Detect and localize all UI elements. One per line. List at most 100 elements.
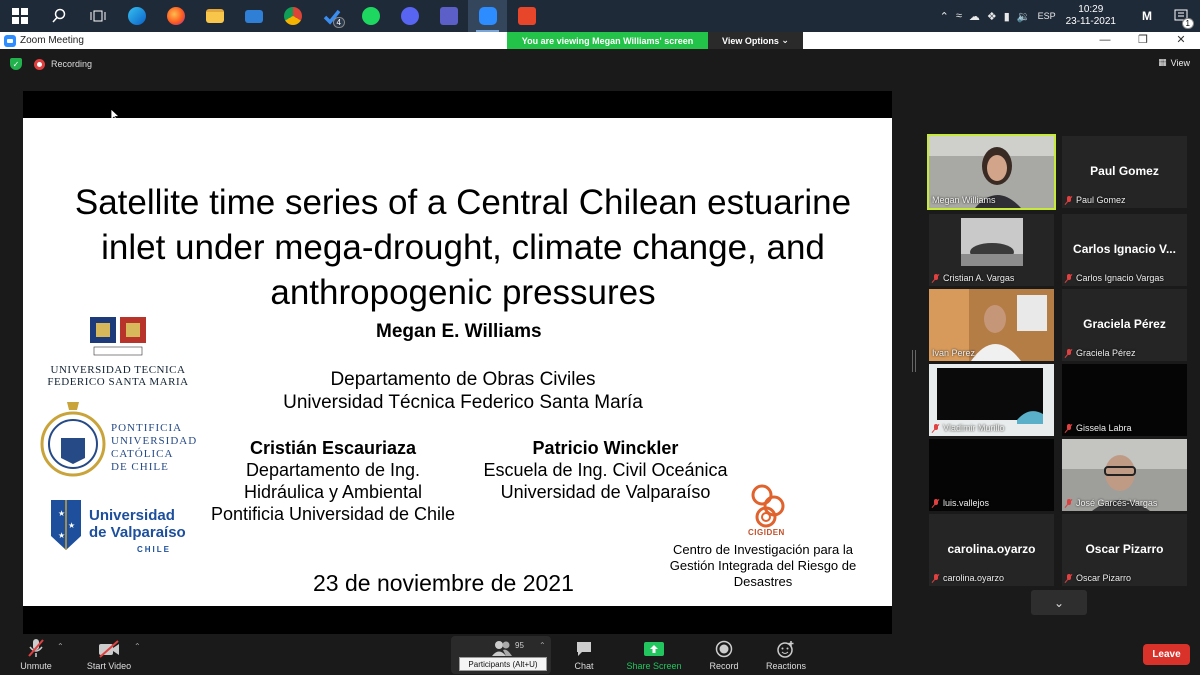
teams-icon[interactable] — [429, 0, 468, 32]
uv-line2: de Valparaíso — [89, 524, 186, 541]
search-icon[interactable] — [39, 0, 78, 32]
participant-name-label: luis.vallejos — [932, 498, 989, 508]
discord-icon[interactable] — [390, 0, 429, 32]
view-options-button[interactable]: View Options ⌄ — [708, 32, 803, 49]
view-button[interactable]: ▦ View — [1158, 57, 1190, 68]
svg-text:★: ★ — [58, 531, 65, 540]
participant-display-name: Graciela Pérez — [1083, 317, 1166, 331]
coauthor-escauriaza: Cristián Escauriaza Departamento de Ing.… — [188, 437, 478, 525]
reactions-button[interactable]: Reactions — [762, 638, 810, 671]
author-affiliation: Departamento de Obras Civiles Universida… — [253, 368, 673, 414]
recording-indicator[interactable]: Recording — [34, 58, 93, 70]
usb-icon[interactable]: ▮ — [1004, 10, 1010, 23]
office-icon[interactable] — [507, 0, 546, 32]
participant-tile[interactable]: carolina.oyarzo carolina.oyarzo — [929, 514, 1054, 586]
recording-label: Recording — [51, 59, 93, 69]
puc-line3: CATÓLICA — [111, 448, 174, 460]
todo-icon[interactable]: 4 — [312, 0, 351, 32]
participants-tooltip: Participants (Alt+U) — [459, 657, 547, 671]
cigiden-text: Centro de Investigación para la Gestión … — [669, 542, 857, 589]
gallery-next-button[interactable]: ⌄ — [1031, 590, 1087, 615]
participant-name: Ivan Perez — [932, 348, 976, 358]
participant-name-label: Cristian A. Vargas — [932, 273, 1014, 283]
chevron-down-icon: ⌄ — [781, 35, 789, 45]
audio-options-caret[interactable]: ⌃ — [57, 642, 64, 651]
minimize-button[interactable]: — — [1086, 32, 1124, 49]
coauthor2-name: Patricio Winckler — [532, 438, 679, 458]
mail-icon[interactable] — [234, 0, 273, 32]
zoom-titlebar: Zoom Meeting You are viewing Megan Willi… — [0, 32, 1200, 49]
app-m-icon[interactable]: M — [1134, 0, 1160, 32]
svg-text:★: ★ — [68, 521, 75, 530]
mic-muted-icon — [932, 423, 940, 433]
video-options-caret[interactable]: ⌃ — [134, 642, 141, 651]
shared-screen[interactable]: Satellite time series of a Central Chile… — [23, 91, 892, 634]
volume-icon[interactable]: 🔉 — [1017, 10, 1031, 23]
participant-tile[interactable]: José Garcés-Vargas — [1062, 439, 1187, 511]
participant-gallery: Megan Williams Paul Gomez Paul Gomez Cri… — [927, 134, 1189, 586]
participant-tile[interactable]: Paul Gomez Paul Gomez — [1062, 136, 1187, 208]
participant-tile[interactable]: Cristian A. Vargas — [929, 214, 1054, 286]
participant-display-name: Carlos Ignacio V... — [1073, 242, 1176, 256]
participant-name-label: Ivan Perez — [932, 348, 975, 358]
share-screen-label: Share Screen — [626, 661, 682, 671]
participant-display-name: carolina.oyarzo — [947, 542, 1036, 556]
language-indicator[interactable]: ESP — [1038, 11, 1056, 21]
participant-tile[interactable]: Carlos Ignacio V... Carlos Ignacio Varga… — [1062, 214, 1187, 286]
participant-tile[interactable]: luis.vallejos — [929, 439, 1054, 511]
puc-line4: DE CHILE — [111, 461, 169, 473]
chevron-up-icon[interactable]: ⌃ — [940, 10, 949, 23]
share-screen-button[interactable]: Share Screen — [622, 638, 686, 671]
record-button[interactable]: Record — [704, 638, 744, 671]
edge-icon[interactable] — [117, 0, 156, 32]
security-shield-icon[interactable]: ✓ — [10, 58, 22, 70]
task-view-icon[interactable] — [78, 0, 117, 32]
mic-muted-icon — [1065, 573, 1073, 583]
system-clock[interactable]: 10:29 23-11-2021 — [1066, 4, 1116, 28]
zoom-icon[interactable] — [468, 0, 507, 32]
grid-icon: ▦ — [1158, 57, 1167, 67]
presentation-slide: Satellite time series of a Central Chile… — [23, 118, 892, 606]
start-video-button[interactable]: Start Video — [82, 638, 136, 671]
mic-muted-icon — [932, 573, 940, 583]
utfsm-line1: UNIVERSIDAD TECNICA — [50, 364, 186, 376]
wifi-icon[interactable]: ≈ — [956, 10, 962, 22]
splitter-handle[interactable] — [912, 350, 916, 372]
maximize-button[interactable]: ❐ — [1124, 32, 1162, 49]
mic-muted-icon — [1065, 273, 1073, 283]
chrome-icon[interactable] — [273, 0, 312, 32]
windows-start-icon[interactable] — [0, 0, 39, 32]
notification-icon[interactable]: 1 — [1168, 0, 1194, 32]
participant-tile[interactable]: Graciela Pérez Graciela Pérez — [1062, 289, 1187, 361]
participant-tile[interactable]: Megan Williams — [927, 134, 1056, 210]
close-button[interactable]: ✕ — [1162, 32, 1200, 49]
participant-name-label: Gissela Labra — [1065, 423, 1132, 433]
dropbox-icon[interactable]: ❖ — [987, 10, 997, 23]
reactions-icon — [777, 641, 794, 658]
chat-button[interactable]: Chat — [566, 638, 602, 671]
participants-caret[interactable]: ⌃ — [539, 641, 546, 650]
chat-label: Chat — [574, 661, 594, 671]
unmute-button[interactable]: Unmute — [14, 638, 58, 671]
puc-seal-icon — [40, 402, 106, 477]
participant-name: José Garcés-Vargas — [1076, 498, 1158, 508]
utfsm-logo: UNIVERSIDAD TECNICA FEDERICO SANTA MARIA — [43, 315, 193, 388]
cloud-icon[interactable]: ☁ — [969, 10, 980, 23]
participant-tile[interactable]: Gissela Labra — [1062, 364, 1187, 436]
chat-icon — [577, 642, 591, 656]
view-options-label: View Options — [722, 35, 779, 46]
participant-name: Carlos Ignacio Vargas — [1076, 273, 1164, 283]
spotify-icon[interactable] — [351, 0, 390, 32]
firefox-icon[interactable] — [156, 0, 195, 32]
participant-tile[interactable]: Ivan Perez — [929, 289, 1054, 361]
coauthor1-line1: Departamento de Ing. — [245, 460, 421, 480]
participant-name-label: Paul Gomez — [1065, 195, 1126, 205]
clock-date: 23-11-2021 — [1065, 16, 1116, 27]
participant-tile[interactable]: Vladimir Murillo — [929, 364, 1054, 436]
slide-title: Satellite time series of a Central Chile… — [74, 183, 852, 312]
participant-name: Megan Williams — [932, 195, 996, 205]
coauthor2-line2: Universidad de Valparaíso — [500, 482, 711, 502]
leave-button[interactable]: Leave — [1143, 644, 1190, 665]
file-explorer-icon[interactable] — [195, 0, 234, 32]
participant-tile[interactable]: Oscar Pizarro Oscar Pizarro — [1062, 514, 1187, 586]
